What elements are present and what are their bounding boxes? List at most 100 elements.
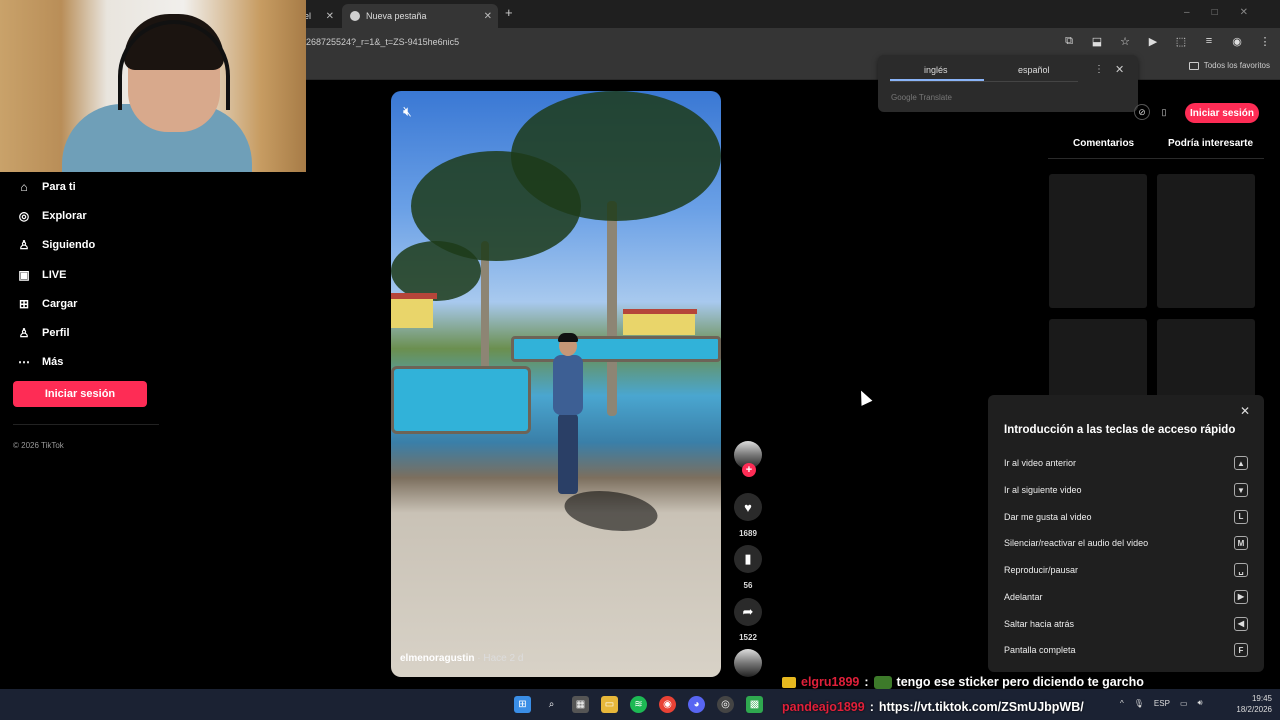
- chat-text: tengo ese sticker pero diciendo te garch…: [896, 675, 1144, 689]
- webcam-overlay: [0, 0, 306, 172]
- file-explorer-icon[interactable]: ▭: [601, 696, 618, 713]
- shortcuts-title: Introducción a las teclas de acceso rápi…: [1004, 424, 1236, 436]
- sidebar-item-para-ti[interactable]: ⌂ Para ti: [0, 172, 160, 201]
- chrome-icon[interactable]: ◉: [659, 696, 676, 713]
- emote-icon: [873, 675, 892, 689]
- recommended-thumbnail[interactable]: [1157, 319, 1255, 399]
- browser-tab-new[interactable]: Nueva pestaña ✕: [342, 4, 498, 28]
- windows-taskbar: ⊞ ⌕ ▦ ▭ ≋ ◉ ◕ ◎ ▩ ^ 🎙︎ ESP ▭ 🔊︎ 19:45 18…: [0, 689, 1280, 720]
- shortcut-label: Ir al siguiente video: [1004, 485, 1082, 496]
- microphone-icon[interactable]: 🎙︎: [1134, 699, 1144, 708]
- like-button[interactable]: ♥: [734, 493, 762, 521]
- shortcut-row: Adelantar ▶: [1004, 584, 1248, 611]
- url-field[interactable]: 268725524?_r=1&_t=ZS-9415he6nic5: [306, 37, 459, 47]
- palm-trunk: [607, 201, 617, 416]
- taskbar-clock[interactable]: 19:45 18/2/2026: [1228, 693, 1272, 715]
- translate-tab-to[interactable]: español: [1018, 65, 1050, 75]
- bookmark-icon: ▮: [744, 551, 752, 566]
- video-author-line[interactable]: elmenoragustin · Hace 2 d: [400, 653, 523, 664]
- media-icon[interactable]: ▶: [1146, 35, 1160, 48]
- tab-podria-interesarte[interactable]: Podría interesarte: [1168, 138, 1253, 149]
- kebab-menu-icon[interactable]: ⋮: [1258, 35, 1272, 48]
- sidebar-item-label: Para ti: [42, 180, 76, 193]
- windows-start-icon[interactable]: ⊞: [514, 696, 531, 713]
- translate-tab-from[interactable]: inglés: [924, 65, 948, 75]
- window-controls[interactable]: –□✕: [1184, 7, 1270, 18]
- recommended-thumbnail[interactable]: [1049, 319, 1147, 399]
- sound-avatar[interactable]: [734, 649, 762, 677]
- key-f-icon: F: [1234, 643, 1248, 658]
- like-count: 1689: [739, 529, 757, 538]
- sidebar-item-label: LIVE: [42, 268, 67, 281]
- close-icon[interactable]: ✕: [320, 11, 340, 22]
- close-icon[interactable]: ✕: [1115, 63, 1124, 76]
- more-icon: ⋯: [18, 355, 30, 370]
- obs-icon[interactable]: ◎: [717, 696, 734, 713]
- tab-comentarios[interactable]: Comentarios: [1073, 138, 1134, 149]
- recommended-thumbnail[interactable]: [1049, 174, 1147, 308]
- star-icon[interactable]: ☆: [1118, 35, 1132, 48]
- share-icon: ➦: [742, 604, 754, 619]
- profile-icon[interactable]: ◉: [1230, 35, 1244, 48]
- shortcut-row: Pantalla completa F: [1004, 637, 1248, 664]
- home-icon: ⌂: [20, 179, 28, 194]
- task-view-icon[interactable]: ▦: [572, 696, 589, 713]
- author-avatar[interactable]: +: [734, 441, 762, 477]
- close-icon[interactable]: ✕: [478, 11, 498, 22]
- palm-fronds: [511, 91, 721, 221]
- sidebar-item-live[interactable]: ▣ LIVE: [0, 260, 160, 289]
- sidebar-item-siguiendo[interactable]: ♙ Siguiendo: [0, 231, 160, 260]
- recommended-thumbnail[interactable]: [1157, 174, 1255, 308]
- favorites-folder[interactable]: Todos los favoritos: [1188, 61, 1270, 70]
- discord-icon[interactable]: ◕: [688, 696, 705, 713]
- sidebar-item-cargar[interactable]: ⊞ Cargar: [0, 289, 160, 318]
- new-tab-button[interactable]: +: [505, 5, 513, 20]
- video-player[interactable]: 🔇︎ elmenoragustin · Hace 2 d: [391, 91, 721, 677]
- shortcut-row: Dar me gusta al video L: [1004, 503, 1248, 530]
- network-icon[interactable]: ▭: [1180, 699, 1188, 708]
- minecraft-icon[interactable]: ▩: [746, 696, 763, 713]
- sidebar-item-label: Siguiendo: [42, 239, 96, 252]
- shortcut-row: Silenciar/reactivar el audio del video M: [1004, 530, 1248, 557]
- install-icon[interactable]: ⬓: [1090, 35, 1104, 48]
- close-icon[interactable]: ✕: [1240, 404, 1250, 418]
- taskbar-apps: ⊞ ⌕ ▦ ▭ ≋ ◉ ◕ ◎ ▩: [514, 696, 763, 713]
- search-icon[interactable]: ⌕: [543, 696, 560, 713]
- volume-icon[interactable]: 🔊︎: [1198, 698, 1203, 708]
- share-button[interactable]: ➦: [734, 598, 762, 626]
- shortcut-row: Ir al siguiente video ▼: [1004, 477, 1248, 504]
- building: [391, 298, 433, 328]
- shortcut-label: Reproducir/pausar: [1004, 565, 1079, 576]
- follow-plus-icon[interactable]: +: [742, 463, 756, 477]
- compass-icon: ◎: [18, 208, 30, 223]
- extensions-icon[interactable]: ⬚: [1174, 35, 1188, 48]
- sidebar-item-perfil[interactable]: ♙ Perfil: [0, 318, 160, 347]
- translate-icon[interactable]: ⧉: [1062, 35, 1076, 48]
- sidebar-item-explorar[interactable]: ◎ Explorar: [0, 201, 160, 230]
- shortcut-label: Pantalla completa: [1004, 645, 1076, 656]
- save-button[interactable]: ▮: [734, 545, 762, 573]
- login-button-sidebar[interactable]: Iniciar sesión: [13, 381, 147, 407]
- login-button-header[interactable]: Iniciar sesión: [1185, 103, 1259, 123]
- reading-list-icon[interactable]: ≡: [1202, 35, 1216, 48]
- chevron-up-icon[interactable]: ^: [1120, 699, 1124, 708]
- browser-tab-tiktok[interactable]: el ✕: [300, 4, 340, 28]
- shortcut-label: Saltar hacia atrás: [1004, 618, 1075, 629]
- key-m-icon: M: [1234, 536, 1248, 551]
- chrome-icon: [350, 11, 360, 21]
- kebab-menu-icon[interactable]: ⋮: [1094, 64, 1104, 75]
- tab-label: Nueva pestaña: [366, 11, 427, 21]
- language-indicator[interactable]: ESP: [1154, 699, 1170, 708]
- compass-small-icon[interactable]: ⊘: [1134, 104, 1150, 120]
- person: [553, 333, 583, 496]
- spotify-icon[interactable]: ≋: [630, 696, 647, 713]
- author-name[interactable]: elmenoragustin: [400, 653, 474, 664]
- clock-date: 18/2/2026: [1236, 705, 1272, 714]
- phone-icon[interactable]: ▯: [1156, 104, 1172, 120]
- shortcut-row: Ir al video anterior ▲: [1004, 450, 1248, 477]
- sidebar-item-label: Perfil: [42, 327, 70, 340]
- post-time: · Hace 2 d: [474, 653, 524, 664]
- sidebar-item-mas[interactable]: ⋯ Más: [0, 348, 160, 377]
- mute-icon[interactable]: 🔇︎: [403, 103, 412, 120]
- favorites-label: Todos los favoritos: [1203, 61, 1270, 70]
